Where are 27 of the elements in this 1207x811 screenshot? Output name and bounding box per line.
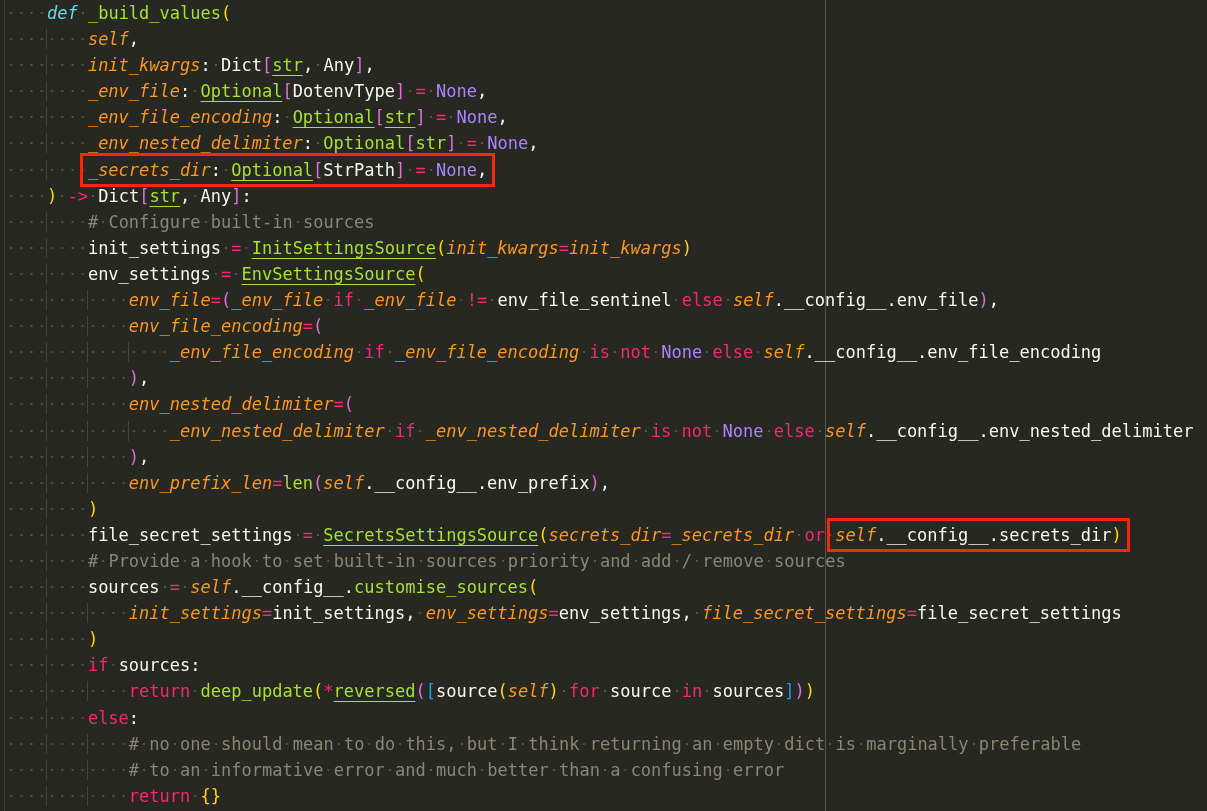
code-line: # no one should mean to do this, but I think returning an empty dict is marginally preferable — [6, 730, 1207, 757]
code-line: env_file=(_env_file if _env_file != env_file_sentinel else self.__config__.env_file), — [6, 287, 1207, 314]
code-line: env_settings = EnvSettingsSource( — [6, 260, 1207, 288]
code-line: env_prefix_len=len(self.__config__.env_prefix), — [6, 469, 1207, 496]
code-line: # Configure built-in sources — [6, 208, 1207, 235]
code-line: # to an informative error and much better than a confusing error — [6, 756, 1207, 783]
code-line: _env_nested_delimiter if _env_nested_delimiter is not None else self.__config__.env_nested_delimiter — [6, 417, 1207, 444]
code-line: sources = self.__config__.customise_sources( — [6, 574, 1207, 601]
code-line: def _build_values( — [6, 0, 1207, 27]
code-line: init_settings=init_settings, env_settings=env_settings, file_secret_settings=file_secret_settings — [6, 600, 1207, 627]
code-line: return deep_update(*reversed([source(self) for source in sources])) — [6, 678, 1207, 705]
code-line: self, — [6, 26, 1207, 53]
code-line: env_file_encoding=( — [6, 313, 1207, 340]
code-line: ), — [6, 443, 1207, 470]
code-line: env_nested_delimiter=( — [6, 391, 1207, 418]
code-line: init_settings = InitSettingsSource(init_kwargs=init_kwargs) — [6, 234, 1207, 261]
code-line: return {} — [6, 782, 1207, 809]
code-line: init_kwargs: Dict[str, Any], — [6, 52, 1207, 79]
code-line: _env_file: Optional[DotenvType] = None, — [6, 78, 1207, 105]
code-line: if sources: — [6, 652, 1207, 679]
code-line: else: — [6, 704, 1207, 731]
code-line: _env_file_encoding if _env_file_encoding is not None else self.__config__.env_file_encoding — [6, 339, 1207, 366]
code-line: _env_file_encoding: Optional[str] = None, — [6, 104, 1207, 131]
code-line: ) — [6, 626, 1207, 653]
highlight-box: _secrets_dir: Optional[StrPath] = None, — [79, 152, 496, 187]
code-line: ), — [6, 365, 1207, 392]
highlight-box: self.__config__.secrets_dir) — [827, 517, 1130, 552]
